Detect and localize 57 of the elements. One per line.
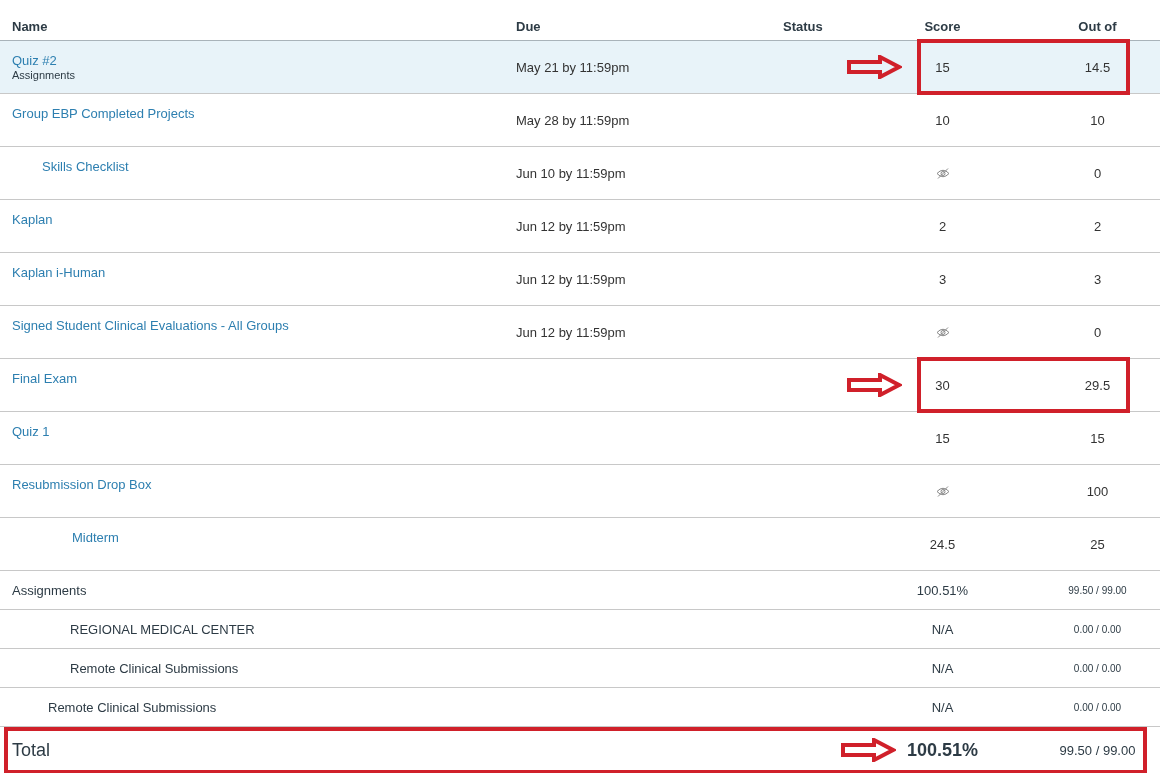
assignment-link[interactable]: Quiz #2 [12, 53, 57, 68]
score: 10 [935, 112, 950, 128]
points-possible: 100 [1086, 483, 1109, 499]
arrow-icon [840, 738, 896, 762]
assignment-link[interactable]: Final Exam [12, 371, 78, 386]
group-score: 100.51% [916, 582, 969, 598]
score: 15 [935, 59, 950, 75]
assignment-group: Assignments [12, 69, 516, 81]
group-score: N/A [931, 699, 954, 715]
group-points: 0.00 / 0.00 [1073, 662, 1122, 674]
points-possible: 2 [1093, 218, 1102, 234]
assignment-link[interactable]: Resubmission Drop Box [12, 477, 152, 492]
points-possible: 0 [1093, 165, 1102, 181]
group-name: Remote Clinical Submissions [70, 660, 239, 676]
due-date: May 21 by 11:59pm [516, 59, 630, 75]
due-date: Jun 10 by 11:59pm [516, 165, 626, 181]
score: 3 [938, 271, 947, 287]
assignment-link[interactable]: Group EBP Completed Projects [12, 106, 195, 121]
group-name: REGIONAL MEDICAL CENTER [70, 621, 255, 637]
points-possible: 0 [1093, 324, 1102, 340]
column-header: Out of [1077, 19, 1118, 34]
due-date: Jun 12 by 11:59pm [516, 218, 626, 234]
column-header: Status [783, 19, 824, 34]
column-header: Name [11, 19, 49, 34]
group-score: N/A [931, 621, 954, 637]
group-points: 0.00 / 0.00 [1073, 623, 1122, 635]
score: 15 [935, 430, 950, 446]
total-points: 99.50 / 99.00 [1059, 743, 1136, 758]
score: 2 [938, 218, 947, 234]
due-date: Jun 12 by 11:59pm [516, 271, 626, 287]
assignment-link[interactable]: Kaplan [12, 212, 53, 227]
points-possible: 25 [1090, 536, 1105, 552]
points-possible: 29.5 [1084, 377, 1111, 393]
points-possible: 10 [1090, 112, 1105, 128]
due-date: Jun 12 by 11:59pm [516, 324, 626, 340]
column-header: Due [516, 19, 542, 34]
assignment-link[interactable]: Midterm [72, 530, 119, 545]
score: 30 [935, 377, 950, 393]
due-date: May 28 by 11:59pm [516, 112, 630, 128]
points-possible: 3 [1093, 271, 1102, 287]
group-name: Remote Clinical Submissions [48, 699, 217, 715]
assignment-link[interactable]: Quiz 1 [12, 424, 50, 439]
assignment-link[interactable]: Skills Checklist [42, 159, 129, 174]
arrow-icon [846, 373, 902, 397]
total-label: Total [12, 740, 51, 761]
score: 24.5 [929, 536, 956, 552]
assignment-link[interactable]: Signed Student Clinical Evaluations - All Groups [12, 318, 289, 333]
assignment-link[interactable]: Kaplan i-Human [12, 265, 106, 280]
arrow-icon [846, 55, 902, 79]
group-points: 0.00 / 0.00 [1073, 701, 1122, 713]
column-header: Score [923, 19, 962, 34]
points-possible: 14.5 [1084, 59, 1111, 75]
group-name: Assignments [12, 582, 87, 598]
group-points: 99.50 / 99.00 [1068, 584, 1127, 596]
total-score: 100.51% [906, 740, 979, 761]
points-possible: 15 [1090, 430, 1105, 446]
group-score: N/A [931, 660, 954, 676]
